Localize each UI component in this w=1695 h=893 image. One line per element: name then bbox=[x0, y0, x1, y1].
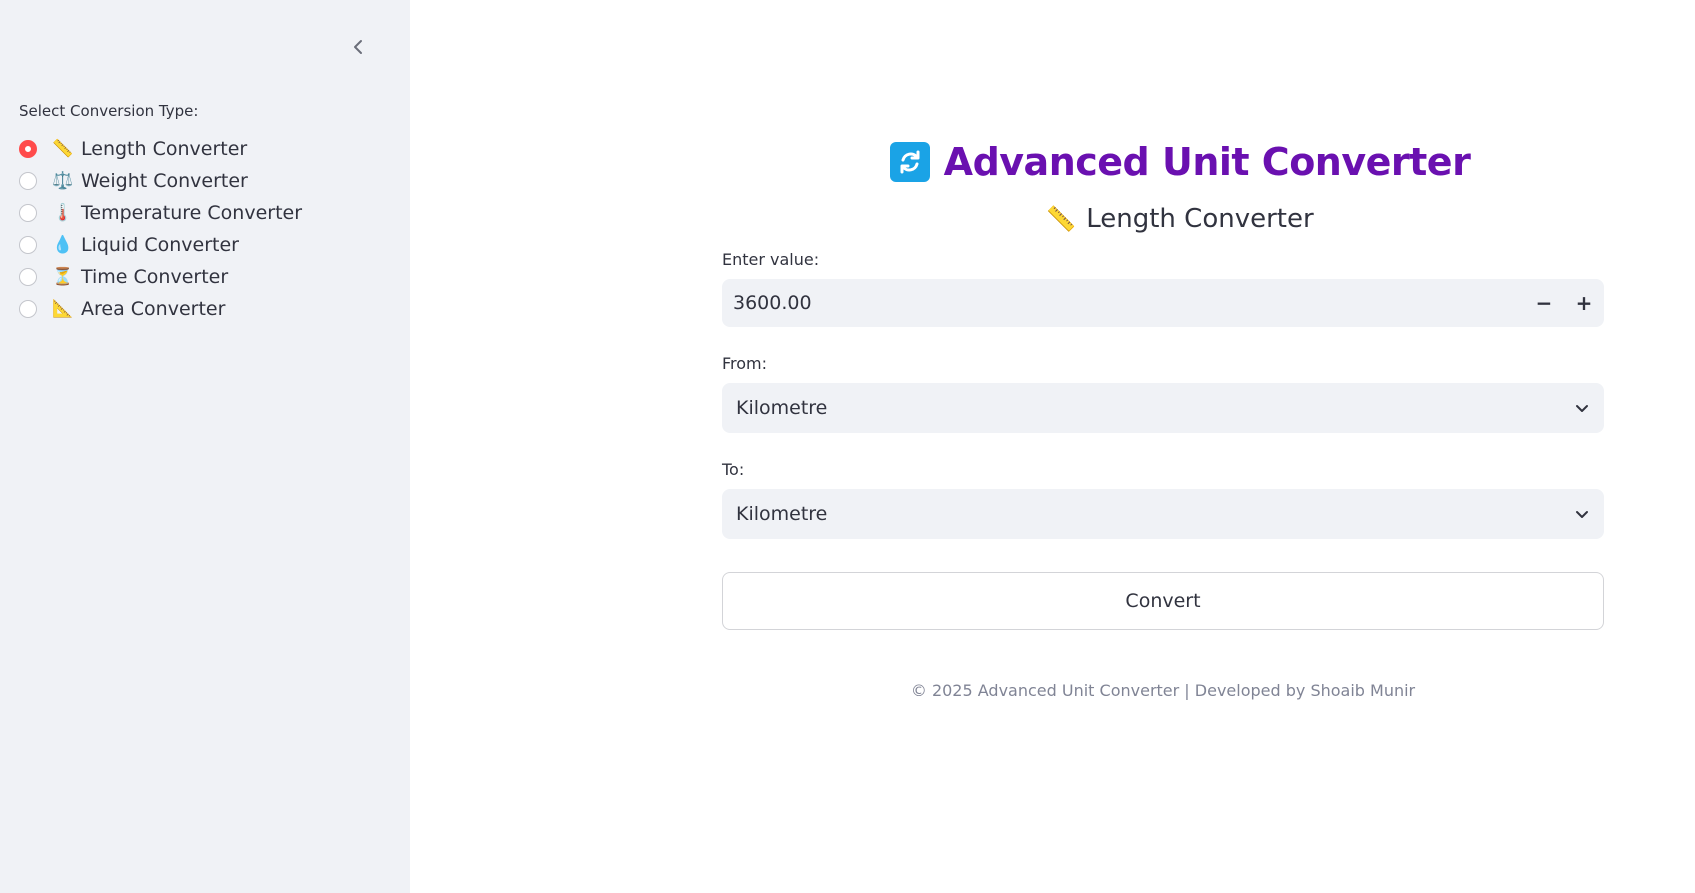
page-subtitle: 📏 Length Converter bbox=[410, 204, 1695, 234]
chevron-left-icon bbox=[354, 40, 362, 54]
radio-area-converter[interactable]: 📐 Area Converter bbox=[19, 293, 302, 325]
triangle-ruler-icon: 📐 bbox=[52, 299, 74, 319]
conversion-type-label: Select Conversion Type: bbox=[19, 102, 199, 120]
refresh-icon bbox=[889, 142, 930, 182]
collapse-sidebar-button[interactable] bbox=[345, 34, 371, 60]
radio-button[interactable] bbox=[19, 236, 37, 254]
conversion-type-radio-group: 📏 Length Converter ⚖️ Weight Converter 🌡… bbox=[19, 133, 302, 325]
droplet-icon: 💧 bbox=[52, 235, 74, 255]
to-unit-select[interactable]: Kilometre bbox=[722, 489, 1604, 539]
radio-button[interactable] bbox=[19, 204, 37, 222]
radio-label: Length Converter bbox=[81, 138, 248, 160]
radio-label: Temperature Converter bbox=[81, 202, 303, 224]
radio-label: Time Converter bbox=[81, 266, 229, 288]
to-field-group: To: Kilometre bbox=[722, 460, 1604, 539]
radio-button[interactable] bbox=[19, 172, 37, 190]
to-unit-value: Kilometre bbox=[736, 503, 828, 525]
main-content: Advanced Unit Converter 📏 Length Converte… bbox=[410, 0, 1695, 893]
ruler-icon: 📏 bbox=[1046, 205, 1077, 233]
radio-label: Weight Converter bbox=[81, 170, 248, 192]
decrement-button[interactable]: − bbox=[1524, 279, 1564, 327]
to-label: To: bbox=[722, 460, 745, 479]
radio-length-converter[interactable]: 📏 Length Converter bbox=[19, 133, 302, 165]
radio-button-selected[interactable] bbox=[19, 140, 37, 158]
radio-label: Liquid Converter bbox=[81, 234, 239, 256]
scale-icon: ⚖️ bbox=[52, 171, 74, 191]
radio-time-converter[interactable]: ⏳ Time Converter bbox=[19, 261, 302, 293]
from-label: From: bbox=[722, 354, 768, 373]
radio-weight-converter[interactable]: ⚖️ Weight Converter bbox=[19, 165, 302, 197]
radio-temperature-converter[interactable]: 🌡️ Temperature Converter bbox=[19, 197, 302, 229]
ruler-icon: 📏 bbox=[52, 139, 74, 159]
subtitle-text: Length Converter bbox=[1086, 204, 1314, 234]
convert-button[interactable]: Convert bbox=[722, 572, 1604, 630]
radio-button[interactable] bbox=[19, 300, 37, 318]
value-field-group: Enter value: 3600.00 − + bbox=[722, 250, 1604, 327]
footer-text: © 2025 Advanced Unit Converter | Develop… bbox=[910, 681, 1416, 700]
value-text[interactable]: 3600.00 bbox=[722, 292, 1524, 314]
page-title-row: Advanced Unit Converter bbox=[410, 140, 1695, 184]
increment-button[interactable]: + bbox=[1564, 279, 1604, 327]
radio-button[interactable] bbox=[19, 268, 37, 286]
value-label: Enter value: bbox=[722, 250, 820, 269]
from-field-group: From: Kilometre bbox=[722, 354, 1604, 433]
chevron-down-icon bbox=[1576, 405, 1588, 412]
value-input[interactable]: 3600.00 − + bbox=[722, 279, 1604, 327]
chevron-down-icon bbox=[1576, 511, 1588, 518]
from-unit-value: Kilometre bbox=[736, 397, 828, 419]
sidebar: Select Conversion Type: 📏 Length Convert… bbox=[0, 0, 410, 893]
from-unit-select[interactable]: Kilometre bbox=[722, 383, 1604, 433]
convert-group: Convert bbox=[722, 572, 1604, 630]
page-title: Advanced Unit Converter bbox=[943, 140, 1471, 184]
hourglass-icon: ⏳ bbox=[52, 267, 74, 287]
radio-liquid-converter[interactable]: 💧 Liquid Converter bbox=[19, 229, 302, 261]
radio-label: Area Converter bbox=[81, 298, 226, 320]
thermometer-icon: 🌡️ bbox=[52, 203, 74, 223]
